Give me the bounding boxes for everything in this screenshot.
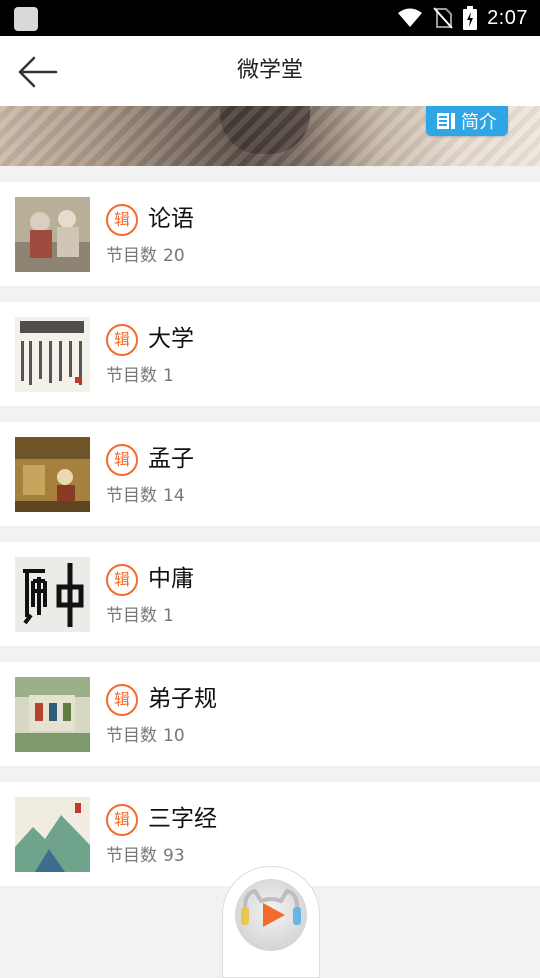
player-button[interactable] [222, 866, 320, 978]
album-tag: 辑 [106, 684, 138, 716]
album-tag: 辑 [106, 444, 138, 476]
thumbnail [15, 317, 90, 392]
thumbnail [15, 797, 90, 872]
album-name: 中庸 [148, 566, 194, 592]
intro-button[interactable]: 简介 [426, 106, 508, 136]
album-tag: 辑 [106, 564, 138, 596]
clock: 2:07 [487, 6, 528, 29]
list-icon [437, 113, 455, 129]
list-item[interactable]: 辑 论语 节目数 20 [0, 182, 540, 286]
album-list: 辑 论语 节目数 20 辑 大学 节目数 1 辑 孟子 节目数 14 辑 中庸 节目数… [0, 182, 540, 902]
episode-count: 节目数 93 [106, 846, 185, 866]
status-icons: 2:07 [397, 0, 528, 36]
banner-image[interactable]: 简介 [0, 106, 540, 166]
list-item[interactable]: 辑 弟子规 节目数 10 [0, 662, 540, 766]
episode-count: 节目数 20 [106, 246, 185, 266]
thumbnail [15, 557, 90, 632]
episode-count: 节目数 1 [106, 606, 174, 626]
app-bar: 微学堂 [0, 36, 540, 107]
page-title: 微学堂 [236, 58, 303, 83]
album-name: 三字经 [148, 806, 217, 832]
no-sim-icon [433, 7, 453, 29]
notification-icon [14, 7, 38, 31]
play-icon [241, 888, 301, 927]
thumbnail [15, 677, 90, 752]
album-tag: 辑 [106, 324, 138, 356]
episode-count: 节目数 14 [106, 486, 185, 506]
intro-label: 简介 [461, 112, 497, 133]
thumbnail [15, 197, 90, 272]
list-item[interactable]: 辑 大学 节目数 1 [0, 302, 540, 406]
album-name: 论语 [148, 206, 194, 232]
list-item[interactable]: 辑 中庸 节目数 1 [0, 542, 540, 646]
album-tag: 辑 [106, 804, 138, 836]
battery-icon [463, 6, 478, 30]
player-disc [235, 879, 307, 951]
album-name: 弟子规 [148, 686, 217, 712]
wifi-icon [398, 8, 423, 27]
episode-count: 节目数 1 [106, 366, 174, 386]
episode-count: 节目数 10 [106, 726, 185, 746]
list-item[interactable]: 辑 孟子 节目数 14 [0, 422, 540, 526]
album-name: 大学 [148, 326, 194, 352]
status-bar: 2:07 [0, 0, 540, 36]
album-name: 孟子 [148, 446, 194, 472]
album-tag: 辑 [106, 204, 138, 236]
thumbnail [15, 437, 90, 512]
